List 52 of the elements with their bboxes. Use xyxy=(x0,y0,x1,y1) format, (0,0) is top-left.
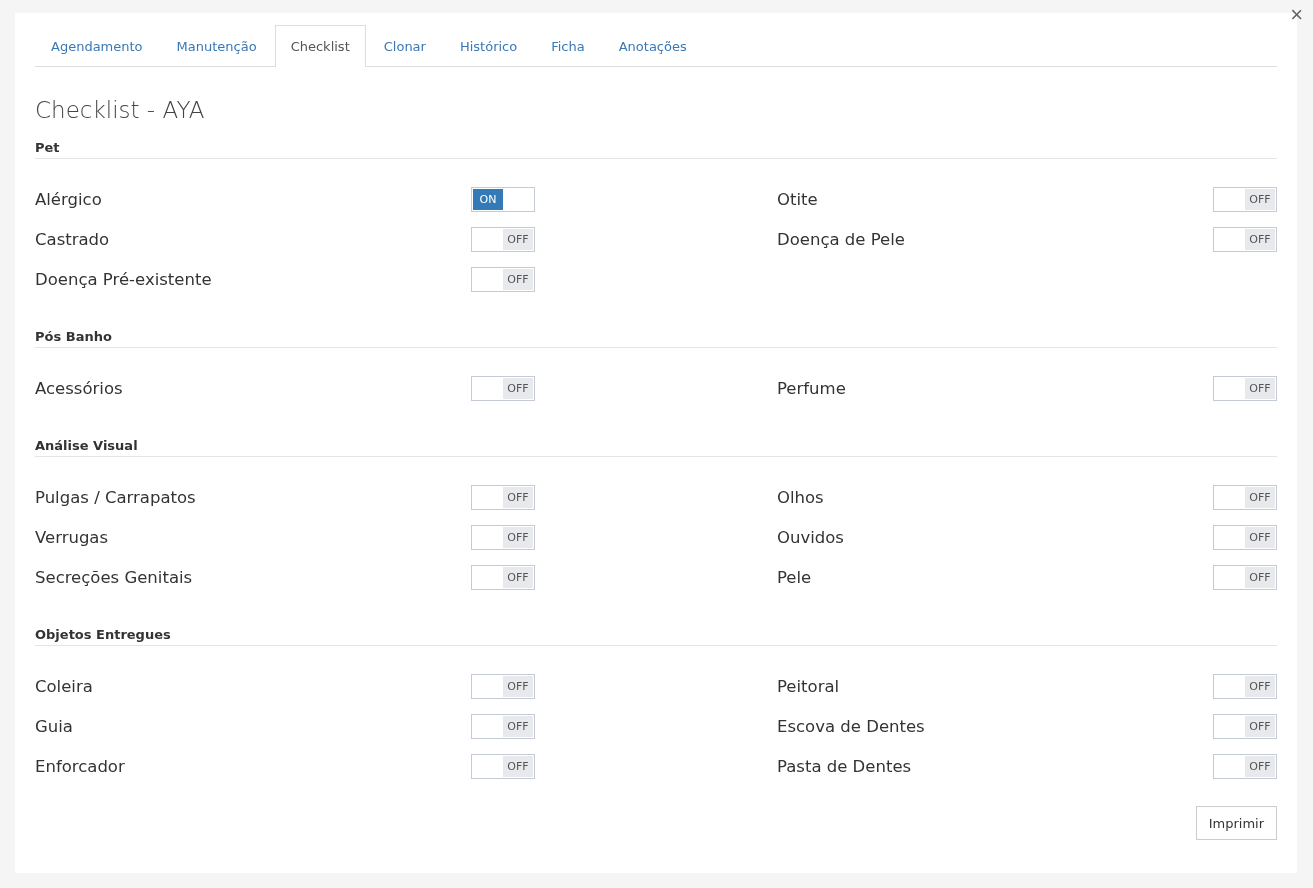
option-label: Alérgico xyxy=(35,189,102,209)
tab[interactable]: Checklist xyxy=(274,25,366,67)
section-title: Análise Visual xyxy=(35,438,1277,457)
toggle-switch[interactable]: OFF xyxy=(1213,226,1277,252)
toggle-switch[interactable]: OFF xyxy=(471,266,535,292)
option-label: Pulgas / Carrapatos xyxy=(35,487,196,507)
tab[interactable]: Manutenção xyxy=(160,25,273,67)
toggle-switch[interactable]: OFF xyxy=(471,713,535,739)
toggle-switch[interactable]: ON xyxy=(471,186,535,212)
option-label: Otite xyxy=(777,189,818,209)
toggle-switch[interactable]: OFF xyxy=(1213,186,1277,212)
option-label: Doença de Pele xyxy=(777,229,905,249)
tab[interactable]: Ficha xyxy=(535,25,601,67)
print-button[interactable]: Imprimir xyxy=(1195,806,1277,840)
toggle-switch[interactable]: OFF xyxy=(1213,484,1277,510)
tab[interactable]: Anotações xyxy=(602,25,703,67)
option-label: Doença Pré-existente xyxy=(35,269,212,289)
option-label: Castrado xyxy=(35,229,110,249)
option-label: Guia xyxy=(35,716,73,736)
section-title: Pet xyxy=(35,140,1277,159)
section-title: Pós Banho xyxy=(35,329,1277,348)
toggle-switch[interactable]: OFF xyxy=(1213,673,1277,699)
option-label: Peitoral xyxy=(777,676,840,696)
tab[interactable]: Agendamento xyxy=(35,25,159,67)
option-label: Secreções Genitais xyxy=(35,567,193,587)
toggle-switch[interactable]: OFF xyxy=(471,753,535,779)
option-label: Pele xyxy=(777,567,812,587)
toggle-switch[interactable]: OFF xyxy=(471,375,535,401)
option-label: Olhos xyxy=(777,487,824,507)
option-label: Acessórios xyxy=(35,378,123,398)
option-label: Enforcador xyxy=(35,756,125,776)
toggle-switch[interactable]: OFF xyxy=(471,564,535,590)
toggle-switch[interactable]: OFF xyxy=(471,524,535,550)
option-label: Pasta de Dentes xyxy=(777,756,912,776)
toggle-switch[interactable]: OFF xyxy=(471,484,535,510)
page-heading: Checklist - AYA xyxy=(35,97,206,123)
option-label: Verrugas xyxy=(35,527,109,547)
toggle-switch[interactable]: OFF xyxy=(1213,564,1277,590)
toggle-switch[interactable]: OFF xyxy=(1213,524,1277,550)
tab[interactable]: Histórico xyxy=(443,25,534,67)
option-label: Escova de Dentes xyxy=(777,716,925,736)
toggle-switch[interactable]: OFF xyxy=(471,226,535,252)
section-title: Objetos Entregues xyxy=(35,627,1277,646)
toggle-switch[interactable]: OFF xyxy=(1213,375,1277,401)
option-label: Coleira xyxy=(35,676,93,696)
tab[interactable]: Clonar xyxy=(367,25,442,67)
option-label: Perfume xyxy=(777,378,846,398)
toggle-switch[interactable]: OFF xyxy=(1213,753,1277,779)
option-label: Ouvidos xyxy=(777,527,844,547)
close-button[interactable]: × xyxy=(1288,4,1305,26)
toggle-switch[interactable]: OFF xyxy=(1213,713,1277,739)
toggle-switch[interactable]: OFF xyxy=(471,673,535,699)
